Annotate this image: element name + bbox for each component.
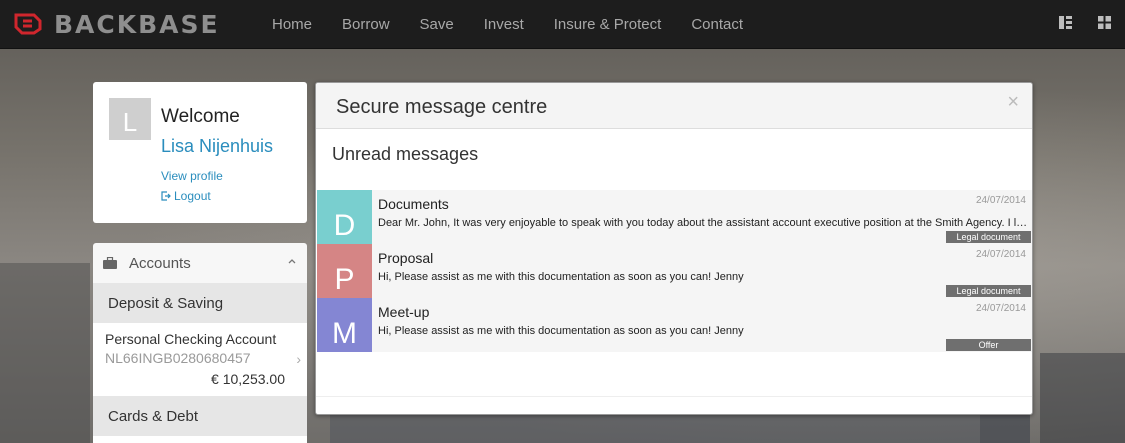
- message-date: 24/07/2014: [975, 249, 1026, 260]
- account-row[interactable]: Personal Checking Account NL66INGB028068…: [93, 323, 307, 396]
- message-preview: Hi, Please assist as me with this docume…: [378, 271, 744, 283]
- briefcase-icon: [103, 257, 117, 269]
- account-iban: NL66INGB0280680457: [105, 350, 251, 366]
- message-avatar: D: [317, 190, 372, 244]
- panel-footer: [93, 436, 307, 443]
- welcome-heading: Welcome: [161, 106, 240, 127]
- account-name: Personal Checking Account: [105, 331, 277, 347]
- section-deposit-saving[interactable]: Deposit & Saving: [93, 283, 307, 323]
- chevron-right-icon: ›: [296, 351, 301, 367]
- unread-heading: Unread messages: [332, 144, 479, 164]
- layout-icon[interactable]: [1059, 16, 1072, 29]
- message-item[interactable]: D Documents 24/07/2014 Dear Mr. John, It…: [317, 190, 1032, 244]
- message-avatar: P: [317, 244, 372, 298]
- logout-label: Logout: [174, 189, 211, 203]
- nav-contact[interactable]: Contact: [691, 16, 743, 33]
- backbase-logo-icon: [14, 13, 42, 35]
- account-balance: € 10,253.00: [211, 371, 285, 387]
- message-date: 24/07/2014: [975, 303, 1026, 314]
- brand-logo[interactable]: BACKBASE: [14, 10, 254, 39]
- nav-borrow[interactable]: Borrow: [342, 16, 390, 33]
- message-tag: Legal document: [946, 285, 1031, 297]
- top-navbar: BACKBASE Home Borrow Save Invest Insure …: [0, 0, 1125, 49]
- nav-invest[interactable]: Invest: [484, 16, 524, 33]
- message-subject: Proposal: [378, 250, 434, 266]
- message-centre-dialog: Secure message centre × Unread messages …: [315, 82, 1033, 415]
- logout-link[interactable]: Logout: [161, 189, 211, 203]
- message-tag: Legal document: [946, 231, 1031, 243]
- nav-home[interactable]: Home: [272, 16, 312, 33]
- message-subject: Documents: [378, 196, 449, 212]
- brand-name: BACKBASE: [54, 9, 220, 39]
- accounts-header[interactable]: Accounts: [93, 243, 307, 283]
- dialog-footer-divider: [316, 396, 1032, 397]
- dialog-title: Secure message centre: [336, 96, 548, 118]
- nav-insure-protect[interactable]: Insure & Protect: [554, 16, 662, 33]
- message-subject: Meet-up: [378, 304, 430, 320]
- user-name-link[interactable]: Lisa Nijenhuis: [161, 136, 273, 157]
- nav-save[interactable]: Save: [420, 16, 454, 33]
- message-item[interactable]: P Proposal 24/07/2014 Hi, Please assist …: [317, 244, 1032, 298]
- message-tag: Offer: [946, 339, 1031, 351]
- chevron-up-icon[interactable]: [287, 256, 297, 266]
- message-preview: Hi, Please assist as me with this docume…: [378, 325, 744, 337]
- view-profile-link[interactable]: View profile: [161, 169, 223, 183]
- logout-icon: [161, 191, 171, 201]
- close-icon[interactable]: ×: [1007, 91, 1019, 114]
- message-list: D Documents 24/07/2014 Dear Mr. John, It…: [317, 190, 1032, 352]
- section-cards-debt[interactable]: Cards & Debt: [93, 396, 307, 436]
- grid-icon[interactable]: [1098, 16, 1111, 29]
- accounts-panel: Accounts Deposit & Saving Personal Check…: [93, 243, 307, 443]
- welcome-card: L Welcome Lisa Nijenhuis View profile Lo…: [93, 82, 307, 223]
- accounts-title: Accounts: [129, 254, 191, 272]
- avatar: L: [109, 98, 151, 140]
- message-avatar: M: [317, 298, 372, 352]
- message-preview: Dear Mr. John, It was very enjoyable to …: [378, 217, 1028, 229]
- dialog-header: Secure message centre ×: [316, 83, 1032, 129]
- message-item[interactable]: M Meet-up 24/07/2014 Hi, Please assist a…: [317, 298, 1032, 352]
- message-date: 24/07/2014: [975, 195, 1026, 206]
